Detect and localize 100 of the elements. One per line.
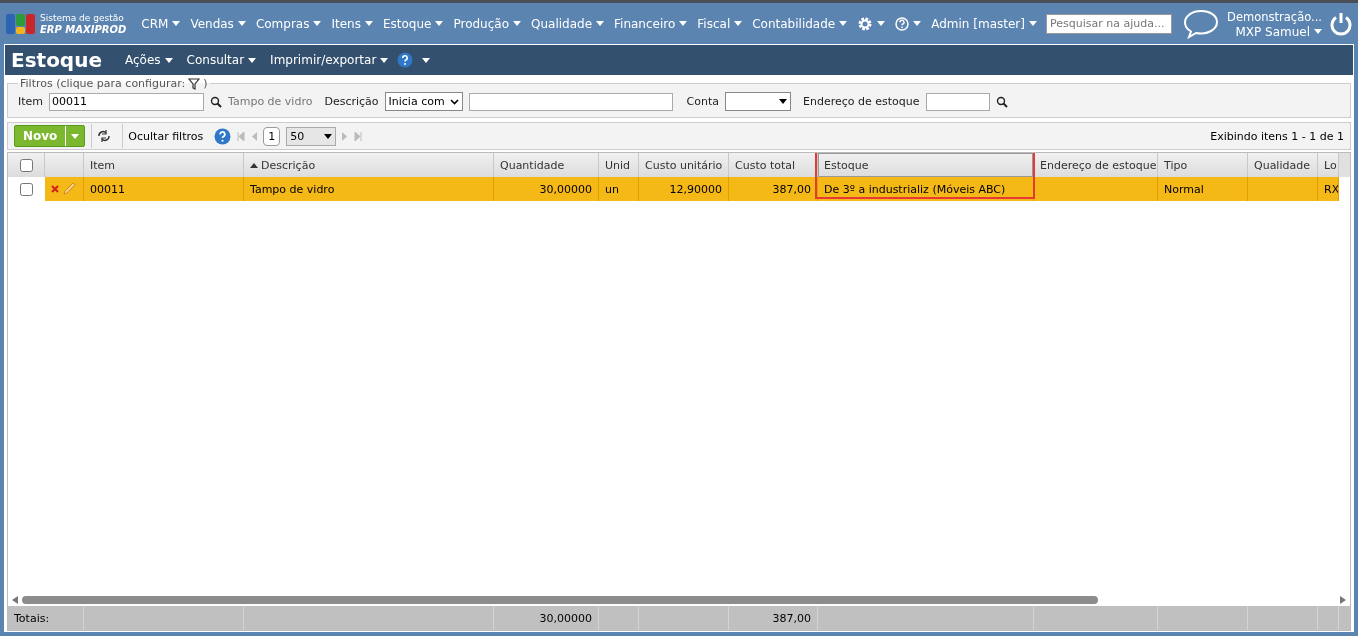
nav-menu[interactable]: Estoque xyxy=(377,16,449,31)
filter-icon[interactable] xyxy=(188,77,201,90)
nav-menu[interactable]: Itens xyxy=(326,16,378,31)
nav-menu[interactable]: Financeiro xyxy=(609,16,693,31)
caret-icon xyxy=(839,21,848,26)
column-header[interactable]: Endereço de estoque xyxy=(1034,153,1158,177)
column-header[interactable]: Item xyxy=(84,153,244,177)
search-icon[interactable] xyxy=(210,95,223,108)
help-icon[interactable] xyxy=(214,127,232,145)
chevron-down-icon xyxy=(449,98,459,105)
caret-icon xyxy=(513,21,521,26)
caret-icon xyxy=(913,21,922,26)
caret-icon xyxy=(237,21,246,26)
caret-icon xyxy=(248,57,257,63)
page-number-field[interactable]: 1 xyxy=(263,126,281,146)
description-field[interactable] xyxy=(468,92,673,111)
hide-filters-button[interactable]: Ocultar filtros xyxy=(122,124,209,148)
account-label: Conta xyxy=(686,95,719,108)
power-icon[interactable] xyxy=(1330,11,1352,36)
nav-menu[interactable]: Contabilidade xyxy=(747,16,853,31)
nav-menu[interactable]: CRM xyxy=(136,16,186,31)
caret-icon xyxy=(435,21,444,26)
caret-icon xyxy=(164,57,173,63)
select-all-checkbox[interactable] xyxy=(19,158,33,172)
table-cell: 30,00000 xyxy=(494,177,599,201)
caret-icon xyxy=(679,21,688,26)
caret-icon xyxy=(172,21,181,26)
column-header[interactable]: Unid xyxy=(599,153,639,177)
scroll-left-icon[interactable] xyxy=(12,596,18,604)
caret-icon xyxy=(324,133,333,139)
item-label: Item xyxy=(18,95,44,108)
chat-icon[interactable] xyxy=(1183,8,1220,39)
total-cell: 387,00 xyxy=(729,606,818,630)
nav-menu[interactable]: Qualidade xyxy=(526,16,610,31)
column-header[interactable]: Custo total xyxy=(729,153,818,177)
table-cell: Tampo de vidro xyxy=(244,177,494,201)
table-cell: 12,90000 xyxy=(639,177,729,201)
caret-icon xyxy=(1314,29,1322,34)
page-size-select[interactable]: 50 xyxy=(286,126,337,146)
caret-icon xyxy=(313,21,322,26)
refresh-icon xyxy=(97,130,112,142)
table-cell: Normal xyxy=(1158,177,1248,201)
match-mode-select[interactable]: Inicia com xyxy=(384,92,463,111)
row-checkbox[interactable] xyxy=(19,182,33,196)
column-header[interactable]: Tipo xyxy=(1158,153,1248,177)
caret-icon xyxy=(596,21,605,26)
table-cell: De 3º a industrializ (Móveis ABC) xyxy=(818,177,1034,201)
user-name-menu[interactable]: MXP Samuel xyxy=(1235,24,1322,39)
help-search-field[interactable]: Pesquisar na ajuda... xyxy=(1045,13,1172,34)
column-header[interactable]: Custo unitário xyxy=(639,153,729,177)
column-header[interactable]: Lo xyxy=(1318,153,1339,177)
page-menu[interactable]: Imprimir/exportar xyxy=(265,53,394,67)
caret-icon xyxy=(877,21,886,26)
items-summary: Exibindo itens 1 - 1 de 1 xyxy=(1210,129,1344,143)
table-cell: RX xyxy=(1318,177,1339,201)
column-header[interactable]: Descrição xyxy=(244,153,494,177)
help-icon xyxy=(895,16,910,31)
item-description: Tampo de vidro xyxy=(228,95,313,108)
horizontal-scrollbar[interactable] xyxy=(22,596,1098,604)
nav-menu[interactable]: Vendas xyxy=(185,16,251,31)
totals-label: Totais: xyxy=(8,606,84,630)
logo-title: ERP MAXIPROD xyxy=(40,23,127,35)
help-icon[interactable] xyxy=(397,52,414,68)
nav-menu[interactable]: Produção xyxy=(448,16,526,31)
nav-menu[interactable]: Fiscal xyxy=(692,16,748,31)
description-label: Descrição xyxy=(324,95,379,108)
page-menu[interactable]: Consultar xyxy=(181,53,262,67)
delete-icon[interactable] xyxy=(51,185,59,193)
caret-icon xyxy=(734,21,743,26)
caret-icon xyxy=(71,133,80,139)
caret-icon xyxy=(380,57,389,63)
table-cell: 00011 xyxy=(84,177,244,201)
filters-legend-end: ) xyxy=(203,77,208,90)
table-cell: 387,00 xyxy=(729,177,818,201)
company-name[interactable]: Demonstração... xyxy=(1227,8,1322,25)
stock-address-label: Endereço de estoque xyxy=(803,95,920,108)
page-menu[interactable]: Ações xyxy=(120,53,178,67)
caret-icon xyxy=(364,21,373,26)
sort-ascending-icon xyxy=(250,162,258,168)
caret-icon xyxy=(1028,21,1037,26)
edit-icon[interactable] xyxy=(62,182,76,196)
column-header[interactable]: Qualidade xyxy=(1248,153,1318,177)
logo-subtitle: Sistema de gestão xyxy=(40,12,125,24)
caret-icon xyxy=(779,99,787,104)
page-title: Estoque xyxy=(11,48,102,72)
filters-legend[interactable]: Filtros (clique para configurar: xyxy=(20,77,186,90)
total-cell: 30,00000 xyxy=(494,606,599,630)
logo-icon xyxy=(6,11,36,36)
account-select[interactable] xyxy=(725,92,791,111)
column-header[interactable]: Estoque xyxy=(818,153,1034,177)
nav-menu[interactable]: Compras xyxy=(250,16,327,31)
caret-icon xyxy=(422,57,431,63)
scroll-right-icon[interactable] xyxy=(1340,596,1346,604)
item-field[interactable]: 00011 xyxy=(49,92,205,111)
search-icon[interactable] xyxy=(995,95,1008,108)
user-menu[interactable]: Admin [master] xyxy=(926,16,1042,31)
stock-address-field[interactable] xyxy=(925,92,990,111)
table-cell: un xyxy=(599,177,639,201)
column-header[interactable]: Quantidade xyxy=(494,153,599,177)
settings-icon xyxy=(857,15,874,32)
